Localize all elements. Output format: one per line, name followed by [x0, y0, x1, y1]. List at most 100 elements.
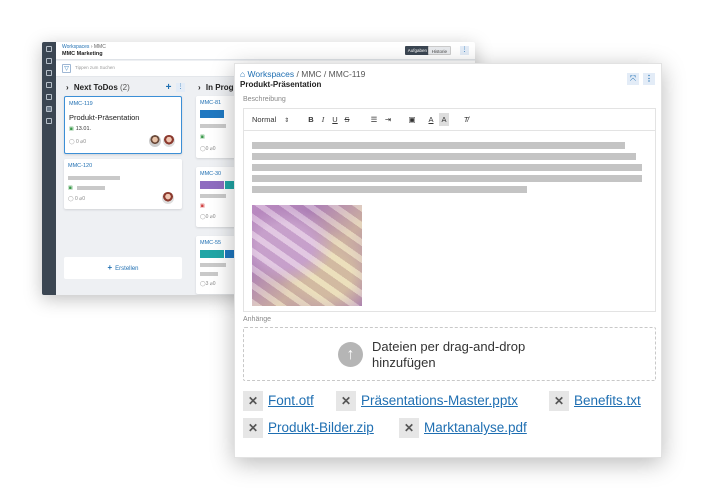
history-button[interactable]: Historie [427, 46, 451, 55]
search-input[interactable]: Tippen zum Suchen [75, 65, 115, 70]
comment-icon: ◯ [68, 196, 74, 202]
chevron-right-icon[interactable]: › [198, 83, 201, 92]
placeholder-text [252, 164, 642, 171]
card-meta: ◯ 0 ⌀0 [69, 139, 86, 145]
breadcrumb-mmc[interactable]: MMC [94, 44, 106, 50]
indent-decrease-icon[interactable]: ☰ [368, 113, 380, 126]
upload-arrow-icon: ↑ [338, 342, 363, 367]
placeholder-text [252, 142, 625, 149]
embedded-image[interactable] [252, 205, 362, 306]
attachment-link[interactable]: Benefits.txt [574, 393, 641, 408]
color-label [200, 110, 224, 118]
attachment-link[interactable]: Marktanalyse.pdf [424, 420, 527, 435]
highlight-color-icon[interactable]: A [439, 113, 449, 126]
avatar[interactable] [162, 192, 174, 204]
color-label [200, 181, 224, 189]
placeholder-text [200, 194, 226, 198]
bold-icon[interactable]: B [306, 113, 316, 126]
card-meta: ◯3 ⌀0 [200, 281, 216, 287]
strikethrough-icon[interactable]: S [342, 113, 352, 126]
card-id[interactable]: MMC-119 [69, 101, 93, 107]
calendar-icon: ▣ [200, 203, 205, 209]
placeholder-text [252, 175, 642, 182]
indent-increase-icon[interactable]: ⇥ [382, 113, 394, 126]
list-icon[interactable] [46, 118, 52, 124]
breadcrumb-workspaces[interactable]: Workspaces [62, 44, 89, 50]
more-options-icon[interactable]: ⋮ [460, 46, 469, 55]
dropzone-text: Dateien per drag-and-drop hinzufügen [372, 339, 526, 370]
add-card-icon[interactable]: + [164, 83, 173, 93]
app-screenshot: Workspaces › MMC MMC Marketing Aufgaben … [0, 0, 703, 500]
calendar-icon: ▣ [200, 134, 205, 140]
card-mmc-119[interactable]: MMC-119 Produkt-Präsentation ▣ 13.01. ◯ 0… [64, 96, 182, 154]
file-dropzone[interactable]: ↑ Dateien per drag-and-drop hinzufügen [243, 327, 656, 381]
card-id[interactable]: MMC-30 [200, 171, 221, 177]
column-next-todos: › Next ToDos (2) + ⋮ MMC-119 Produkt-Prä… [62, 80, 189, 295]
image-icon[interactable]: ▣ [406, 113, 418, 126]
menu-icon[interactable] [46, 46, 52, 52]
column-title: Next ToDos [73, 83, 118, 92]
description-label: Beschreibung [243, 96, 286, 103]
placeholder-text [200, 124, 226, 128]
breadcrumb-workspaces[interactable]: Workspaces [248, 69, 295, 79]
card-id[interactable]: MMC-81 [200, 100, 221, 106]
remove-icon[interactable]: ✕ [399, 418, 419, 438]
breadcrumb-mmc[interactable]: MMC [301, 69, 321, 79]
detail-title[interactable]: Produkt-Präsentation [240, 80, 321, 89]
placeholder-text [68, 176, 120, 180]
board-header: Workspaces › MMC MMC Marketing Aufgaben … [56, 42, 475, 60]
document-icon[interactable] [46, 94, 52, 100]
paragraph-style-select[interactable]: Normal ⇕ [252, 113, 292, 126]
calendar-icon: ▣ [68, 185, 73, 191]
home-icon[interactable]: ⌂ [240, 69, 245, 79]
column-menu-icon[interactable]: ⋮ [176, 83, 185, 92]
remove-icon[interactable]: ✕ [243, 391, 263, 411]
card-label: ▣ [200, 203, 207, 209]
calendar-icon: ▣ [69, 126, 74, 132]
detail-breadcrumb: ⌂ Workspaces / MMC / MMC-119 [240, 69, 366, 79]
board-icon[interactable] [46, 106, 52, 112]
card-label: ▣ [200, 134, 207, 140]
expand-icon[interactable]: ⤧ [627, 73, 639, 85]
placeholder-text [200, 263, 226, 267]
card-detail-window: ⌂ Workspaces / MMC / MMC-119 Produkt-Prä… [234, 63, 662, 458]
remove-icon[interactable]: ✕ [243, 418, 263, 438]
remove-icon[interactable]: ✕ [336, 391, 356, 411]
board-title: MMC Marketing [62, 51, 103, 57]
text-color-icon[interactable]: A [426, 113, 436, 126]
card-label: ▣ [68, 185, 75, 191]
color-label [200, 250, 224, 258]
create-card-button[interactable]: + Erstellen [64, 257, 182, 279]
home-icon[interactable] [46, 58, 52, 64]
card-meta: ◯0 ⌀0 [200, 214, 216, 220]
tasks-button[interactable]: Aufgaben [404, 46, 430, 55]
card-meta: ◯0 ⌀0 [200, 146, 216, 152]
card-meta: ◯ 0 ⌀0 [68, 196, 85, 202]
folder-icon[interactable] [46, 82, 52, 88]
avatar[interactable] [149, 135, 161, 147]
clear-format-icon[interactable]: T̸ [460, 113, 472, 126]
attachment-link[interactable]: Produkt-Bilder.zip [268, 420, 374, 435]
placeholder-text [252, 186, 527, 193]
description-editor[interactable]: Normal ⇕ B I U S ☰ ⇥ ▣ A A T̸ [243, 108, 656, 312]
italic-icon[interactable]: I [318, 113, 328, 126]
remove-icon[interactable]: ✕ [549, 391, 569, 411]
card-due-date: ▣ 13.01. [69, 126, 92, 132]
card-id[interactable]: MMC-55 [200, 240, 221, 246]
chevron-right-icon[interactable]: › [66, 83, 69, 92]
placeholder-text [200, 272, 218, 276]
placeholder-text [77, 186, 105, 190]
placeholder-text [252, 153, 636, 160]
attachment-link[interactable]: Präsentations-Master.pptx [361, 393, 518, 408]
card-mmc-120[interactable]: MMC-120 ▣ ◯ 0 ⌀0 [64, 159, 182, 209]
breadcrumb-card-id[interactable]: MMC-119 [329, 69, 366, 79]
more-options-icon[interactable]: ⋮ [643, 73, 655, 85]
underline-icon[interactable]: U [330, 113, 340, 126]
attachment-link[interactable]: Font.otf [268, 393, 314, 408]
plus-icon: + [107, 263, 113, 272]
column-count: (2) [120, 83, 130, 92]
filter-icon[interactable]: ▽ [62, 64, 71, 73]
card-id[interactable]: MMC-120 [68, 163, 92, 169]
avatar[interactable] [163, 135, 175, 147]
network-icon[interactable] [46, 70, 52, 76]
